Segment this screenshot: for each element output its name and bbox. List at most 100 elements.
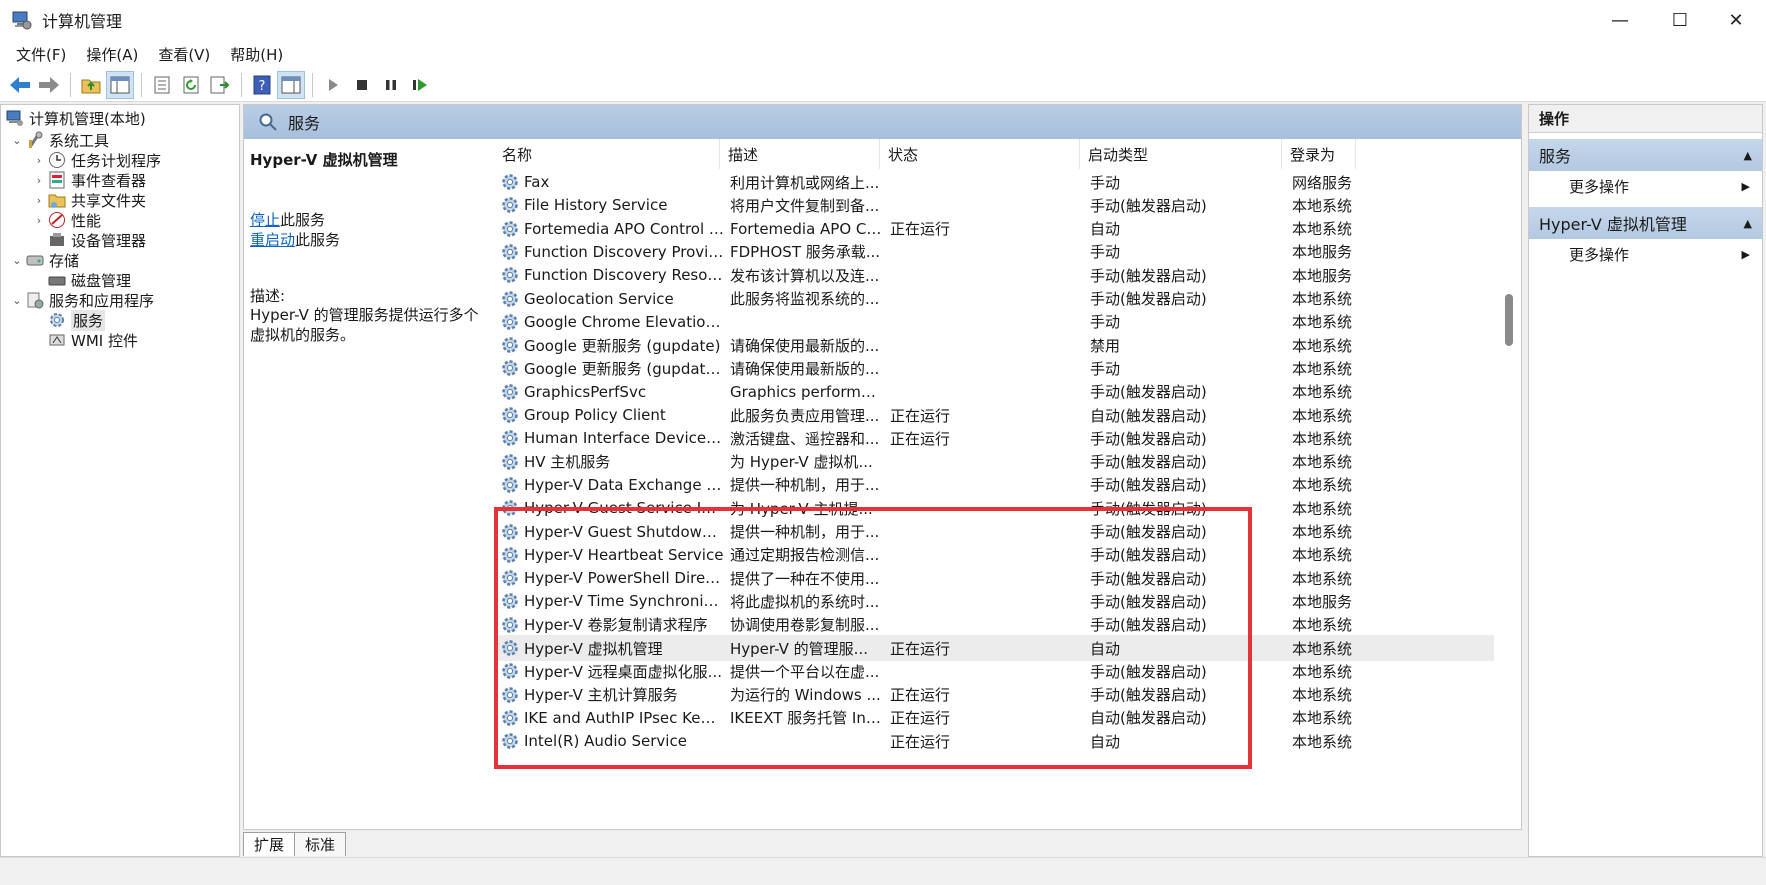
column-log-on-as[interactable]: 登录为 <box>1282 139 1356 169</box>
refresh-button[interactable] <box>177 71 205 99</box>
menu-file[interactable]: 文件(F) <box>6 44 76 65</box>
table-row[interactable]: Function Discovery Provide... FDPHOST 服务承… <box>494 239 1494 265</box>
column-description[interactable]: 描述 <box>720 139 880 169</box>
help-icon: ? <box>253 75 271 94</box>
tree-item-event-viewer[interactable]: › 事件查看器 <box>31 169 146 191</box>
service-log-on-as: 本地系统 <box>1292 383 1353 402</box>
forward-button[interactable] <box>35 71 63 99</box>
table-row[interactable]: Hyper-V 主机计算服务 为运行的 Windows ... 正在运行 手动(触发器… <box>494 682 1494 708</box>
table-row[interactable]: HV 主机服务 为 Hyper-V 虚拟机... 手动(触发器启动) 本地系统 <box>494 449 1494 475</box>
service-gear-icon <box>500 405 520 425</box>
collapse-up-icon[interactable]: ▲ <box>1744 149 1752 162</box>
tree-item-services[interactable]: 服务 <box>47 309 106 331</box>
stop-service-link[interactable]: 停止 <box>250 211 280 229</box>
close-button[interactable]: ✕ <box>1706 0 1766 40</box>
tree-item-performance[interactable]: › 性能 <box>31 209 101 231</box>
table-row[interactable]: Hyper-V PowerShell Direct... 提供了一种在不使用...… <box>494 565 1494 591</box>
table-row[interactable]: Function Discovery Resour... 发布该计算机以及连...… <box>494 262 1494 288</box>
collapse-up-icon[interactable]: ▲ <box>1744 217 1752 230</box>
stop-service-button[interactable] <box>348 71 376 99</box>
table-row[interactable]: Hyper-V Heartbeat Service 通过定期报告检测信... 手动(… <box>494 542 1494 568</box>
table-row[interactable]: Hyper-V 虚拟机管理 Hyper-V 的管理服... 正在运行 自动 本地系统 <box>494 635 1494 661</box>
more-actions-hyperv[interactable]: 更多操作 ▶ <box>1529 239 1762 269</box>
table-row[interactable]: Hyper-V 卷影复制请求程序 协调使用卷影复制服... 手动(触发器启动) 本地系… <box>494 612 1494 638</box>
up-level-button[interactable] <box>77 71 105 99</box>
menu-view[interactable]: 查看(V) <box>148 44 220 65</box>
service-gear-icon <box>500 685 520 705</box>
service-name: Hyper-V Guest Service Int... <box>524 499 724 518</box>
tree-label: 磁盘管理 <box>71 271 132 290</box>
show-action-pane-button[interactable] <box>277 70 305 99</box>
vertical-scrollbar[interactable] <box>1503 139 1515 829</box>
collapse-chevron-icon[interactable]: ⌄ <box>9 254 25 267</box>
back-arrow-icon <box>10 76 30 93</box>
table-row[interactable]: Fortemedia APO Control S... Fortemedia AP… <box>494 216 1494 242</box>
service-startup-type: 手动(触发器启动) <box>1090 616 1207 635</box>
service-gear-icon <box>500 615 520 635</box>
tree-item-device-manager[interactable]: 设备管理器 <box>47 229 146 251</box>
pause-service-button[interactable] <box>377 71 405 99</box>
service-gear-icon <box>500 428 520 448</box>
table-row[interactable]: Hyper-V Guest Service Int... 为 Hyper-V 主机… <box>494 495 1494 521</box>
service-name: Fortemedia APO Control S... <box>524 219 724 238</box>
table-row[interactable]: IKE and AuthIP IPsec Keyin... IKEEXT 服务托管… <box>494 705 1494 731</box>
collapse-chevron-icon[interactable]: ⌄ <box>9 134 25 147</box>
table-row[interactable]: Hyper-V Data Exchange Se... 提供一种机制，用于... 手… <box>494 472 1494 498</box>
table-row[interactable]: Google Chrome Elevation ... 手动 本地系统 <box>494 309 1494 335</box>
service-gear-icon <box>500 219 520 239</box>
restart-service-button[interactable] <box>406 71 434 99</box>
menu-action[interactable]: 操作(A) <box>76 44 148 65</box>
toolbar: ? <box>0 68 1766 102</box>
table-row[interactable]: File History Service 将用户文件复制到备... 手动(触发器启动… <box>494 192 1494 218</box>
help-button[interactable]: ? <box>248 71 276 99</box>
collapse-chevron-icon[interactable]: ⌄ <box>9 294 25 307</box>
actions-title: 操作 <box>1529 105 1762 133</box>
maximize-button[interactable]: ☐ <box>1650 0 1710 40</box>
tab-extended[interactable]: 扩展 <box>243 832 296 856</box>
table-row[interactable]: Hyper-V Guest Shutdown ... 提供一种机制，用于... 手动… <box>494 519 1494 545</box>
tree-item-task-scheduler[interactable]: › 任务计划程序 <box>31 149 161 171</box>
table-row[interactable]: Google 更新服务 (gupdate... 请确保使用最新版的... 手动 本地系… <box>494 355 1494 381</box>
tree-item-shared-folders[interactable]: › 共享文件夹 <box>31 189 146 211</box>
back-button[interactable] <box>6 71 34 99</box>
actions-section-services[interactable]: 服务 ▲ <box>1529 139 1762 171</box>
restart-service-link[interactable]: 重启动 <box>250 231 295 249</box>
scroll-thumb[interactable] <box>1505 294 1513 346</box>
start-service-button[interactable] <box>319 71 347 99</box>
expand-chevron-icon[interactable]: › <box>31 214 47 227</box>
column-startup-type[interactable]: 启动类型 <box>1080 139 1282 169</box>
table-row[interactable]: GraphicsPerfSvc Graphics performan... 手动(触… <box>494 379 1494 405</box>
service-description: 提供一种机制，用于... <box>730 476 880 495</box>
properties-button[interactable] <box>148 71 176 99</box>
column-status[interactable]: 状态 <box>880 139 1080 169</box>
service-description: Graphics performan... <box>730 382 884 401</box>
table-row[interactable]: Intel(R) Audio Service 正在运行 自动 本地系统 <box>494 728 1494 754</box>
tab-standard[interactable]: 标准 <box>294 832 347 856</box>
column-name[interactable]: 名称 <box>494 139 720 169</box>
tree-item-system-tools[interactable]: ⌄ 系统工具 <box>9 129 109 151</box>
table-row[interactable]: Google 更新服务 (gupdate) 请确保使用最新版的... 禁用 本地系统 <box>494 332 1494 358</box>
table-row[interactable]: Geolocation Service 此服务将监视系统的... 手动(触发器启动)… <box>494 286 1494 312</box>
minimize-button[interactable]: — <box>1590 0 1650 40</box>
export-list-button[interactable] <box>206 71 234 99</box>
show-hide-tree-button[interactable] <box>106 70 134 99</box>
expand-chevron-icon[interactable]: › <box>31 154 47 167</box>
table-row[interactable]: Human Interface Device S... 激活键盘、遥控器和... 正… <box>494 425 1494 451</box>
expand-chevron-icon[interactable]: › <box>31 194 47 207</box>
table-row[interactable]: Group Policy Client 此服务负责应用管理... 正在运行 自动(触发… <box>494 402 1494 428</box>
service-startup-type: 手动(触发器启动) <box>1090 499 1207 518</box>
tree-item-storage[interactable]: ⌄ 存储 <box>9 249 79 271</box>
tree-item-wmi[interactable]: WMI 控件 <box>47 329 138 351</box>
more-actions-services[interactable]: 更多操作 ▶ <box>1529 171 1762 201</box>
actions-section-hyperv[interactable]: Hyper-V 虚拟机管理 ▲ <box>1529 207 1762 239</box>
table-row[interactable]: Hyper-V Time Synchroniza... 将此虚拟机的系统时... 手… <box>494 588 1494 614</box>
table-row[interactable]: Fax 利用计算机或网络上... 手动 网络服务 <box>494 169 1494 195</box>
tree-item-services-apps[interactable]: ⌄ 服务和应用程序 <box>9 289 154 311</box>
tree-item-computer-management[interactable]: 计算机管理(本地) <box>5 107 146 129</box>
tree-item-disk-management[interactable]: 磁盘管理 <box>47 269 131 291</box>
expand-chevron-icon[interactable]: › <box>31 174 47 187</box>
service-status: 正在运行 <box>890 686 951 705</box>
table-row[interactable]: Hyper-V 远程桌面虚拟化服... 提供一个平台以在虚... 手动(触发器启动)… <box>494 658 1494 684</box>
service-gear-icon <box>500 708 520 728</box>
menu-help[interactable]: 帮助(H) <box>220 44 293 65</box>
